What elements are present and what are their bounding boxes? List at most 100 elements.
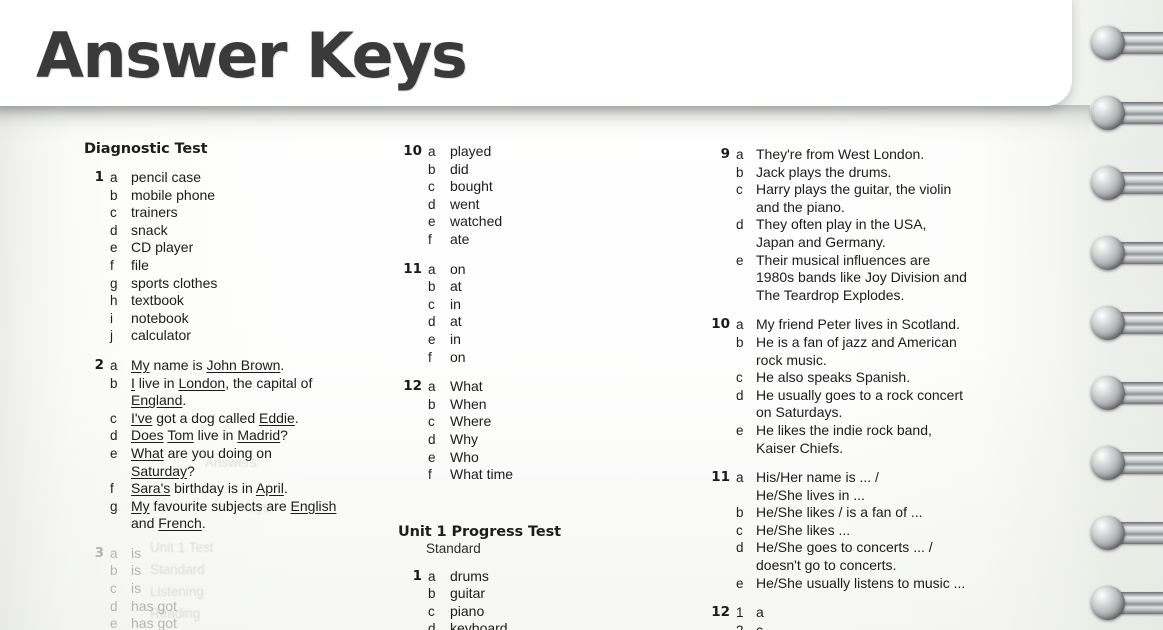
answer-letter: c: [736, 370, 743, 386]
answer-row: 11 a His/Her name is ... / He/She lives in…: [706, 469, 1018, 504]
answer-row: f on: [398, 349, 698, 367]
answer-row: d They often play in the USA, Japan and G…: [706, 216, 1018, 251]
answer-row: 10 a My friend Peter lives in Scotland.: [706, 316, 1018, 334]
answer-row: f ate: [398, 231, 698, 249]
answer-row: c I've got a dog called Eddie.: [84, 410, 384, 428]
answer-row: e What are you doing on Saturday?: [84, 445, 384, 480]
answer-text: I've got a dog called Eddie.: [131, 409, 299, 426]
answer-row: d has got: [84, 598, 384, 616]
answer-text: They often play in the USA, Japan and Ge…: [756, 216, 927, 250]
column-2: 10 a played b did c bought d went e watched f ate 11 a…: [398, 0, 698, 630]
answer-letter: a: [736, 470, 744, 486]
answer-letter: d: [428, 196, 436, 212]
answer-letter: d: [736, 217, 744, 233]
answer-row: b Jack plays the drums.: [706, 164, 1018, 182]
answer-row: e CD player: [84, 239, 384, 257]
spiral-ring-head: [1091, 376, 1125, 410]
question-group: 11 a on b at c in d at e in f on: [398, 261, 698, 367]
answer-text: guitar: [450, 585, 486, 602]
answer-text: ate: [450, 230, 470, 247]
answer-letter: a: [428, 144, 436, 159]
answer-row: d He/She goes to concerts ... / doesn't g…: [706, 539, 1018, 574]
answer-letter: b: [428, 586, 436, 602]
answer-letter: a: [736, 147, 744, 162]
answer-letter: c: [428, 414, 435, 430]
spiral-ring: [1083, 516, 1163, 550]
question-group: 1 a drums b guitar c piano d keyboard: [398, 568, 698, 630]
answer-text: sports clothes: [131, 274, 218, 291]
answer-row: 1 a drums: [398, 568, 698, 586]
answer-text: in: [450, 330, 461, 347]
answer-text: in: [450, 295, 461, 312]
answer-letter: d: [428, 314, 436, 330]
answer-text: He is a fan of jazz and American rock mu…: [756, 333, 957, 368]
answer-text: a: [756, 604, 764, 621]
spiral-ring: [1083, 236, 1163, 270]
answer-row: c He also speaks Spanish.: [706, 369, 1018, 387]
spiral-ring: [1083, 306, 1163, 340]
answer-letter: b: [110, 187, 118, 203]
answer-text: snack: [131, 221, 168, 238]
spiral-ring-head: [1091, 236, 1125, 270]
question-group: 1 a pencil case b mobile phone c trainers d snac…: [84, 169, 384, 345]
answer-row: d Does Tom live in Madrid?: [84, 427, 384, 445]
answer-text: watched: [450, 213, 503, 230]
answer-row: e He/She usually listens to music ...: [706, 575, 1018, 593]
answer-letter: b: [428, 279, 436, 295]
answer-letter: e: [736, 575, 744, 591]
answer-text: bought: [450, 178, 493, 195]
column-2-body: 10 a played b did c bought d went e watched f ate 11 a…: [398, 0, 698, 630]
answer-row: 3 a is: [84, 545, 384, 563]
question-group: 10 a My friend Peter lives in Scotland. b He…: [706, 316, 1018, 457]
answer-text: My favourite subjects are English and Fr…: [131, 497, 337, 532]
answer-row: e Who: [398, 449, 698, 467]
answer-row: c Harry plays the guitar, the violin and …: [706, 181, 1018, 216]
answer-row: b He/She likes / is a fan of ...: [706, 504, 1018, 522]
answer-letter: g: [110, 498, 118, 514]
answer-row: b guitar: [398, 585, 698, 603]
answer-letter: f: [428, 349, 432, 365]
spiral-ring: [1083, 376, 1163, 410]
answer-letter: d: [736, 540, 744, 556]
answer-letter: c: [110, 581, 117, 597]
answer-text: He also speaks Spanish.: [756, 369, 911, 386]
spiral-ring: [1083, 26, 1163, 60]
answer-text: at: [450, 313, 462, 330]
answer-letter: b: [110, 563, 118, 579]
answer-letter: 1: [736, 605, 744, 621]
answer-row: g sports clothes: [84, 275, 384, 293]
answer-letter: c: [736, 182, 743, 198]
answer-text: Jack plays the drums.: [756, 163, 892, 180]
answer-text: I live in London, the capital of England…: [131, 374, 313, 409]
question-group: 10 a played b did c bought d went e watched f ate: [398, 143, 698, 249]
answer-row: c trainers: [84, 204, 384, 222]
question-number: 1: [412, 567, 422, 584]
answer-letter: c: [428, 296, 435, 312]
answer-letter: e: [736, 252, 744, 268]
answer-key-content: Diagnostic Test 1 a pencil case b mobile phon…: [0, 0, 1163, 630]
question-number: 2: [94, 356, 104, 373]
answer-text: drums: [450, 567, 489, 584]
answer-row: j calculator: [84, 327, 384, 345]
answer-letter: a: [110, 170, 118, 185]
spiral-ring: [1083, 166, 1163, 200]
answer-text: His/Her name is ... / He/She lives in ..…: [756, 469, 879, 503]
answer-row: 9 a They're from West London.: [706, 146, 1018, 164]
answer-text: did: [450, 160, 469, 177]
spiral-ring-head: [1091, 306, 1125, 340]
spiral-ring-head: [1091, 166, 1125, 200]
spiral-ring: [1083, 446, 1163, 480]
answer-letter: d: [428, 431, 436, 447]
answer-letter: f: [110, 481, 114, 497]
answer-text: has got: [131, 597, 177, 614]
column-1: Diagnostic Test 1 a pencil case b mobile phon…: [84, 0, 384, 630]
answer-row: 12 1 a: [706, 604, 1018, 622]
answer-text: Who: [450, 448, 479, 465]
answer-letter: d: [110, 428, 118, 444]
answer-letter: f: [428, 231, 432, 247]
answer-row: c in: [398, 296, 698, 314]
answer-text: pencil case: [131, 169, 202, 185]
answer-letter: c: [428, 179, 435, 195]
question-group: 3 a is b is c is d has got e has got: [84, 545, 384, 630]
answer-letter: i: [110, 310, 113, 326]
